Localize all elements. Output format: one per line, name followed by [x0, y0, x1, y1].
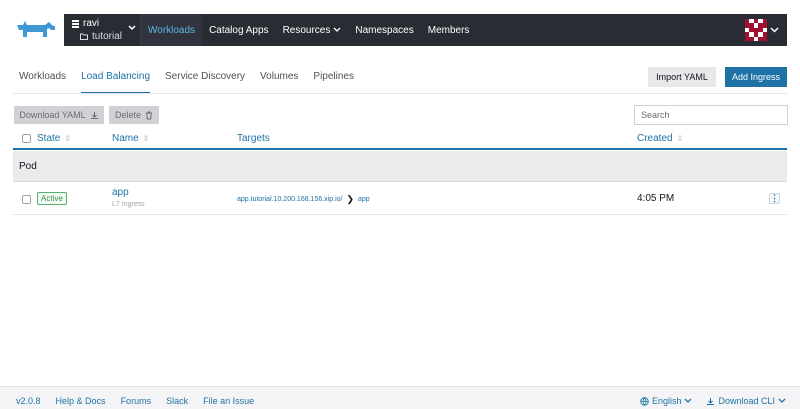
globe-icon	[640, 396, 649, 406]
group-label: Pod	[19, 161, 37, 172]
ingress-type: L7 Ingress	[112, 201, 145, 208]
column-state[interactable]: State ⇳	[37, 133, 71, 144]
tab-volumes[interactable]: Volumes	[260, 71, 298, 94]
nav-catalog-apps[interactable]: Catalog Apps	[202, 14, 276, 46]
target-cell: app.tutorial.10.200.168.156.xip.io/ ❯ ap…	[237, 194, 370, 205]
download-cli-menu[interactable]: Download CLI	[706, 396, 786, 406]
download-icon	[90, 111, 98, 119]
tab-pipelines[interactable]: Pipelines	[313, 71, 354, 94]
slack-link[interactable]: Slack	[166, 396, 188, 406]
sort-icon: ⇳	[142, 134, 150, 143]
sort-icon: ⇳	[676, 134, 684, 143]
sub-tabs: Workloads Load Balancing Service Discove…	[19, 71, 369, 94]
column-name[interactable]: Name ⇳	[112, 133, 149, 144]
table-row: Active app L7 Ingress app.tutorial.10.20…	[13, 183, 787, 215]
version-link[interactable]: v2.0.8	[16, 396, 41, 406]
nav-resources[interactable]: Resources	[276, 14, 349, 46]
download-yaml-button[interactable]: Download YAML	[14, 106, 104, 124]
avatar	[745, 19, 767, 41]
chevron-down-icon	[333, 27, 341, 32]
column-targets: Targets	[237, 133, 270, 144]
nav-workloads[interactable]: Workloads	[140, 14, 203, 46]
chevron-down-icon	[778, 398, 786, 403]
table-header: State ⇳ Name ⇳ Targets Created ⇳	[13, 128, 787, 150]
delete-button[interactable]: Delete	[109, 106, 159, 124]
folder-icon	[80, 33, 88, 40]
search-input[interactable]	[634, 105, 788, 125]
row-checkbox[interactable]	[22, 195, 31, 204]
sort-icon: ⇳	[64, 134, 72, 143]
created-time: 4:05 PM	[637, 193, 675, 204]
trash-icon	[146, 111, 152, 119]
top-nav: ravi tutorial Workloads Catalog Apps Res…	[64, 14, 787, 46]
add-ingress-button[interactable]: Add Ingress	[725, 67, 787, 87]
language-selector[interactable]: English	[640, 396, 693, 406]
rancher-logo-icon[interactable]	[13, 17, 57, 41]
group-header: Pod	[13, 151, 787, 182]
target-service-link[interactable]: app	[358, 196, 370, 203]
file-issue-link[interactable]: File an Issue	[203, 396, 254, 406]
chevron-right-icon: ❯	[346, 194, 355, 204]
row-actions-menu-icon[interactable]: ⋮	[769, 193, 780, 204]
import-yaml-button[interactable]: Import YAML	[648, 67, 716, 87]
ingress-name-link[interactable]: app	[112, 187, 129, 198]
help-docs-link[interactable]: Help & Docs	[56, 396, 106, 406]
footer: v2.0.8 Help & Docs Forums Slack File an …	[0, 386, 800, 409]
chevron-down-icon	[685, 398, 692, 403]
tab-load-balancing[interactable]: Load Balancing	[81, 71, 151, 94]
project-name: tutorial	[92, 31, 123, 42]
cluster-project-switcher[interactable]: ravi tutorial	[64, 14, 140, 46]
tab-service-discovery[interactable]: Service Discovery	[165, 71, 245, 94]
column-created[interactable]: Created ⇳	[637, 133, 683, 144]
chevron-down-icon	[770, 27, 779, 33]
tab-workloads[interactable]: Workloads	[19, 71, 66, 94]
nav-members[interactable]: Members	[421, 14, 477, 46]
forums-link[interactable]: Forums	[121, 396, 152, 406]
divider	[13, 93, 787, 94]
nav-namespaces[interactable]: Namespaces	[348, 14, 420, 46]
target-host-link[interactable]: app.tutorial.10.200.168.156.xip.io/	[237, 196, 342, 203]
chevron-down-icon	[128, 25, 136, 31]
cluster-icon	[72, 19, 79, 28]
cluster-name: ravi	[83, 18, 100, 29]
user-menu[interactable]	[737, 14, 787, 46]
status-badge: Active	[37, 192, 67, 205]
download-icon	[707, 397, 715, 405]
select-all-checkbox[interactable]	[22, 134, 31, 143]
